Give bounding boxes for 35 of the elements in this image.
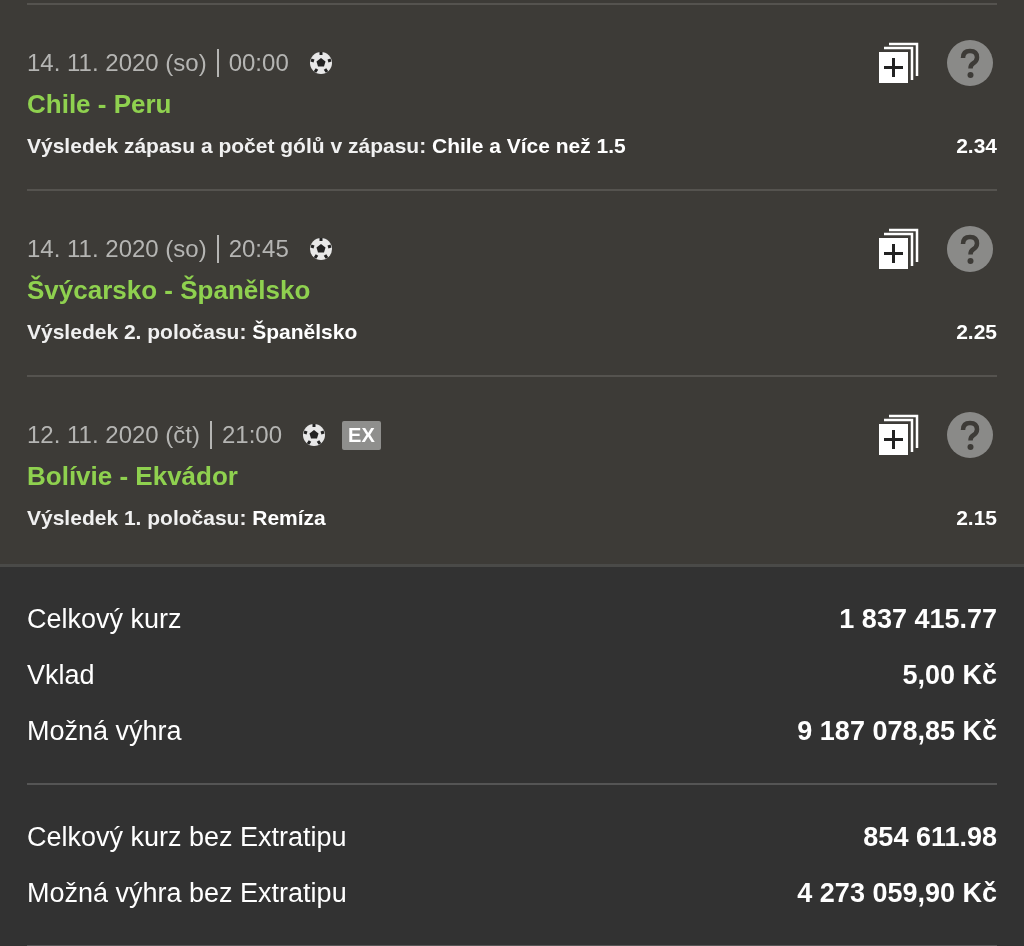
summary-label: Celkový kurz bez Extratipu xyxy=(27,821,347,853)
summary-value: 5,00 Kč xyxy=(902,659,997,691)
football-icon xyxy=(308,237,333,261)
match-time: 21:00 xyxy=(222,421,283,449)
bet-selection: Výsledek 1. poločasu: Remíza xyxy=(27,506,326,530)
match-name[interactable]: Švýcarsko - Španělsko xyxy=(27,275,997,306)
summary-label: Možná výhra bez Extratipu xyxy=(27,877,347,909)
summary-label: Vklad xyxy=(27,659,95,691)
copy-add-icon[interactable] xyxy=(879,414,919,456)
match-time: 00:00 xyxy=(228,49,289,77)
copy-add-icon[interactable] xyxy=(879,228,919,270)
copy-add-icon[interactable] xyxy=(879,42,919,84)
summary-value: 9 187 078,85 Kč xyxy=(797,715,997,747)
odds-value: 2.34 xyxy=(956,134,997,158)
help-icon[interactable] xyxy=(947,412,993,458)
summary-value: 1 837 415.77 xyxy=(839,603,997,635)
extratip-badge: EX xyxy=(342,420,381,450)
summary-label: Možná výhra xyxy=(27,715,182,747)
bet-selection: Výsledek zápasu a počet gólů v zápasu: Chile a Více než 1.5 xyxy=(27,134,626,158)
help-icon[interactable] xyxy=(947,226,993,272)
football-icon xyxy=(302,423,327,447)
match-name[interactable]: Bolívie - Ekvádor xyxy=(27,461,997,492)
football-icon xyxy=(308,51,333,75)
bet-selection: Výsledek 2. poločasu: Španělsko xyxy=(27,320,358,344)
summary-value: 4 273 059,90 Kč xyxy=(797,877,997,909)
summary-label: Celkový kurz xyxy=(27,603,182,635)
match-date: 12. 11. 2020 (čt) xyxy=(27,421,200,449)
summary-value: 854 611.98 xyxy=(863,821,997,853)
odds-value: 2.15 xyxy=(956,506,997,530)
match-time: 20:45 xyxy=(228,235,289,263)
match-name[interactable]: Chile - Peru xyxy=(27,89,997,120)
match-date: 14. 11. 2020 (so) xyxy=(27,49,207,77)
odds-value: 2.25 xyxy=(956,320,997,344)
help-icon[interactable] xyxy=(947,40,993,86)
match-date: 14. 11. 2020 (so) xyxy=(27,235,207,263)
